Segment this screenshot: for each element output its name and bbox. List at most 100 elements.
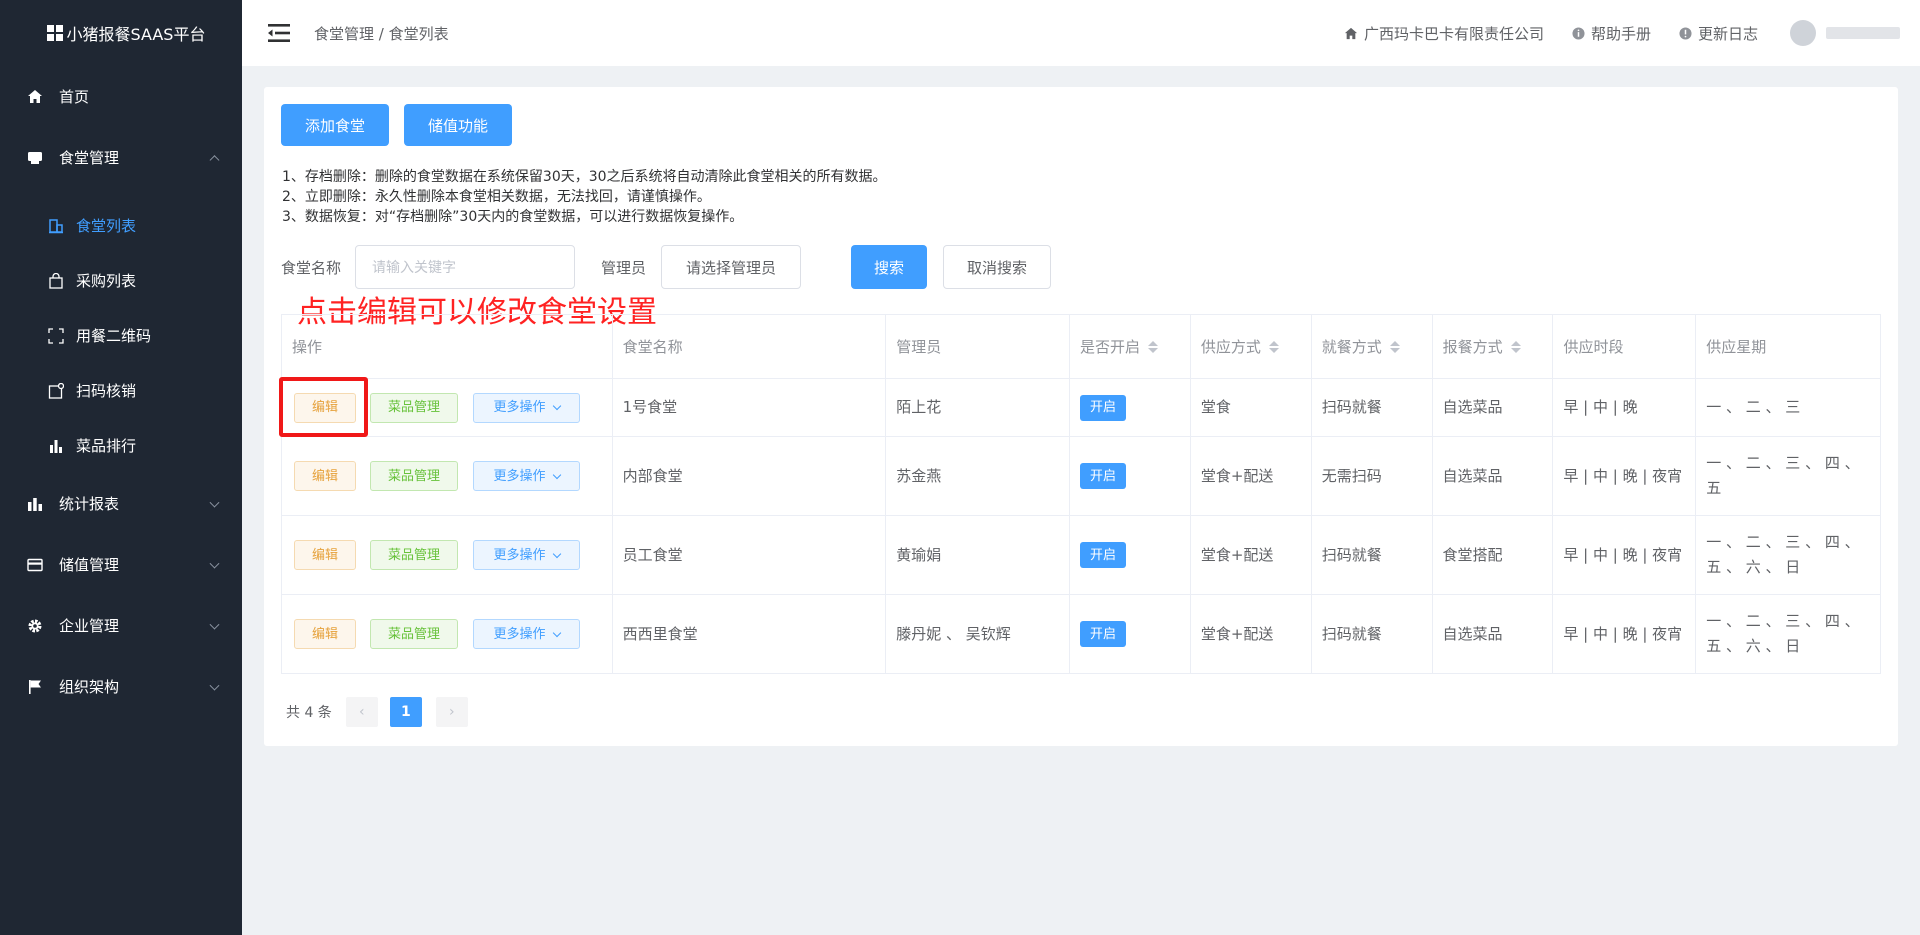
- next-page-button[interactable]: ›: [435, 697, 468, 727]
- sort-icon[interactable]: [1148, 340, 1159, 353]
- dish-manage-button[interactable]: 菜品管理: [370, 461, 458, 491]
- th-admin: 管理员: [886, 315, 1070, 378]
- submenu-item-meal-qrcode[interactable]: 用餐二维码: [0, 308, 242, 363]
- add-canteen-button[interactable]: 添加食堂: [281, 104, 389, 146]
- more-actions-button[interactable]: 更多操作: [473, 461, 580, 491]
- actions-cell: 编辑 菜品管理 更多操作: [282, 516, 613, 594]
- order-cell: 自选菜品: [1433, 437, 1554, 515]
- canteen-name-label: 食堂名称: [281, 259, 342, 277]
- building-icon: [48, 218, 64, 234]
- sidebar-item-enterprise[interactable]: 企业管理: [0, 595, 242, 656]
- more-actions-button[interactable]: 更多操作: [473, 540, 580, 570]
- more-actions-button[interactable]: 更多操作: [473, 392, 580, 423]
- sort-icon[interactable]: [1389, 340, 1400, 353]
- sidebar-item-organization[interactable]: 组织架构: [0, 656, 242, 717]
- enabled-tag[interactable]: 开启: [1079, 463, 1126, 489]
- supply-cell: 堂食+配送: [1191, 595, 1312, 673]
- admin-select[interactable]: 请选择管理员: [661, 245, 801, 289]
- periods-cell: 早 | 中 | 晚 | 夜宵: [1553, 516, 1697, 594]
- submenu-item-dish-ranking[interactable]: 菜品排行: [0, 418, 242, 473]
- help-manual-link[interactable]: 帮助手册: [1572, 23, 1651, 44]
- dining-cell: 无需扫码: [1312, 437, 1433, 515]
- company-switch[interactable]: 广西玛卡巴卡有限责任公司: [1344, 23, 1544, 44]
- supply-cell: 堂食: [1191, 379, 1312, 436]
- canteen-table: 操作 食堂名称 管理员 是否开启 供应方式 就餐方式 报餐方式 供应时段 供应星…: [281, 314, 1881, 674]
- chevron-down-icon: [552, 401, 561, 411]
- sort-icon[interactable]: [1268, 340, 1279, 353]
- chevron-down-icon: [552, 549, 561, 558]
- more-actions-button[interactable]: 更多操作: [473, 619, 580, 649]
- th-enabled[interactable]: 是否开启: [1070, 315, 1191, 378]
- enabled-tag[interactable]: 开启: [1079, 394, 1126, 421]
- stored-value-button[interactable]: 储值功能: [404, 104, 512, 146]
- th-periods: 供应时段: [1553, 315, 1697, 378]
- sidebar-item-reports[interactable]: 统计报表: [0, 473, 242, 534]
- order-cell: 自选菜品: [1433, 379, 1554, 436]
- submenu-item-label: 采购列表: [76, 272, 137, 290]
- dish-manage-button[interactable]: 菜品管理: [370, 619, 458, 649]
- submenu-item-label: 菜品排行: [76, 437, 137, 455]
- prev-page-button[interactable]: ‹: [345, 697, 378, 727]
- top-header: 食堂管理 / 食堂列表 广西玛卡巴卡有限责任公司 帮助手册 更新日志: [242, 0, 1920, 66]
- logo[interactable]: 小猪报餐SAAS平台: [0, 0, 242, 66]
- sort-icon[interactable]: [1510, 340, 1521, 353]
- alert-icon: [1679, 26, 1692, 40]
- edit-button[interactable]: 编辑: [294, 461, 356, 491]
- more-actions-label: 更多操作: [493, 547, 546, 563]
- th-order[interactable]: 报餐方式: [1433, 315, 1554, 378]
- bar-chart-icon: [27, 496, 43, 512]
- sidebar-item-stored-value[interactable]: 储值管理: [0, 534, 242, 595]
- enabled-tag[interactable]: 开启: [1079, 621, 1126, 647]
- avatar[interactable]: [1790, 20, 1816, 46]
- th-label: 就餐方式: [1321, 338, 1382, 356]
- more-actions-label: 更多操作: [493, 468, 546, 484]
- th-name: 食堂名称: [613, 315, 887, 378]
- menu-toggle-icon[interactable]: [268, 24, 290, 42]
- chevron-down-icon: [209, 558, 220, 569]
- dish-manage-button[interactable]: 菜品管理: [370, 540, 458, 570]
- canteen-name-cell: 西西里食堂: [613, 595, 887, 673]
- sidebar: 小猪报餐SAAS平台 首页 食堂管理 食堂列表 采购列表 用餐二维码 扫码核销 …: [0, 0, 242, 935]
- note-line: 2、立即删除：永久性删除本食堂相关数据，无法找回，请谨慎操作。: [282, 189, 711, 205]
- enabled-tag[interactable]: 开启: [1079, 542, 1126, 568]
- sidebar-item-canteen[interactable]: 食堂管理: [0, 127, 242, 188]
- canteen-name-cell: 内部食堂: [613, 437, 887, 515]
- supply-cell: 堂食+配送: [1191, 437, 1312, 515]
- edit-button[interactable]: 编辑: [294, 540, 356, 570]
- th-label: 操作: [292, 338, 323, 356]
- breadcrumb: 食堂管理 / 食堂列表: [314, 24, 449, 43]
- order-cell: 食堂搭配: [1433, 516, 1554, 594]
- enabled-cell: 开启: [1070, 437, 1191, 515]
- th-label: 供应方式: [1200, 338, 1261, 356]
- weekdays-cell: 一 、 二 、 三 、 四 、 五 、 六 、 日: [1706, 612, 1860, 655]
- home-icon: [27, 89, 43, 105]
- table-row: 编辑 菜品管理 更多操作 1号食堂 陌上花 开启 堂食 扫码就餐 自选菜品 早 …: [282, 379, 1880, 437]
- th-label: 供应时段: [1563, 338, 1624, 356]
- bag-icon: [48, 272, 64, 289]
- submenu-item-scan-verify[interactable]: 扫码核销: [0, 363, 242, 418]
- header-actions: 广西玛卡巴卡有限责任公司 帮助手册 更新日志: [1316, 0, 1900, 66]
- edit-button[interactable]: 编辑: [294, 392, 356, 423]
- canteen-name-cell: 员工食堂: [613, 516, 887, 594]
- th-supply[interactable]: 供应方式: [1191, 315, 1312, 378]
- cancel-search-button[interactable]: 取消搜索: [943, 245, 1051, 289]
- page-number-current[interactable]: 1: [389, 697, 422, 727]
- dining-cell: 扫码就餐: [1312, 595, 1433, 673]
- info-icon: [1572, 26, 1585, 40]
- search-button[interactable]: 搜索: [851, 245, 927, 289]
- help-manual-label: 帮助手册: [1590, 24, 1651, 43]
- th-label: 食堂名称: [622, 338, 683, 356]
- more-actions-label: 更多操作: [493, 626, 546, 642]
- th-label: 是否开启: [1080, 338, 1141, 356]
- sidebar-item-home[interactable]: 首页: [0, 66, 242, 127]
- edit-button[interactable]: 编辑: [294, 619, 356, 649]
- submenu-item-canteen-list[interactable]: 食堂列表: [0, 198, 242, 253]
- submenu-item-purchase-list[interactable]: 采购列表: [0, 253, 242, 308]
- changelog-link[interactable]: 更新日志: [1679, 23, 1758, 44]
- username-redacted[interactable]: [1826, 27, 1900, 39]
- chevron-down-icon: [552, 470, 561, 479]
- actions-cell: 编辑 菜品管理 更多操作: [282, 437, 613, 515]
- canteen-name-input[interactable]: 请输入关键字: [355, 245, 575, 289]
- th-dining[interactable]: 就餐方式: [1312, 315, 1433, 378]
- dish-manage-button[interactable]: 菜品管理: [370, 392, 458, 423]
